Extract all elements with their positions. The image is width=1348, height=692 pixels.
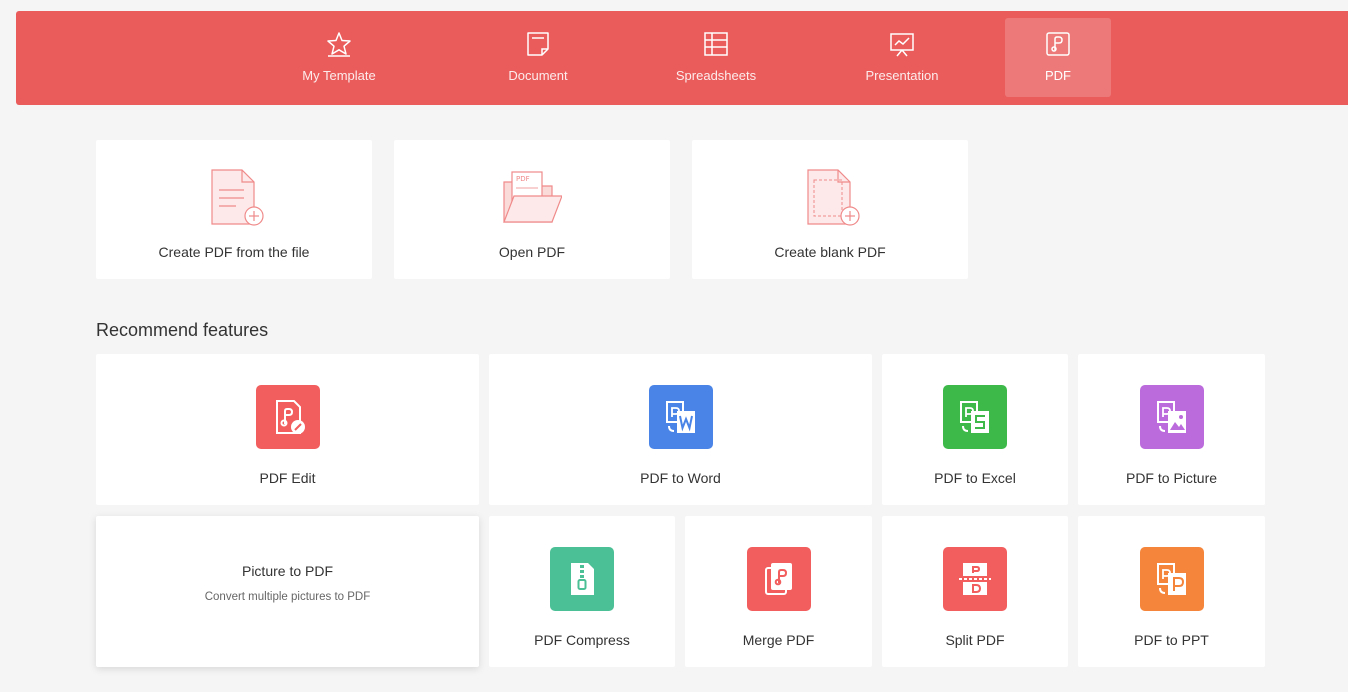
pdf-edit-icon: [255, 385, 320, 449]
create-pdf-from-file-card[interactable]: Create PDF from the file: [96, 140, 372, 279]
pdf-to-ppt-label: PDF to PPT: [1134, 632, 1209, 648]
tab-presentation[interactable]: Presentation: [849, 18, 955, 97]
tab-my-template[interactable]: My Template: [286, 18, 392, 97]
merge-pdf-icon: [746, 547, 811, 611]
pdf-compress-icon: [550, 547, 614, 611]
split-pdf-label: Split PDF: [945, 632, 1005, 648]
create-blank-pdf-card[interactable]: Create blank PDF: [692, 140, 968, 279]
pdf-to-excel-label: PDF to Excel: [934, 470, 1016, 486]
open-pdf-badge: PDF: [516, 175, 530, 183]
create-blank-pdf-label: Create blank PDF: [774, 244, 886, 260]
pdf-to-word-label: PDF to Word: [640, 470, 721, 486]
tab-label: Spreadsheets: [675, 68, 757, 83]
tab-label: PDF: [1045, 68, 1071, 83]
pdf-to-picture-card[interactable]: PDF to Picture: [1078, 354, 1265, 505]
split-pdf-card[interactable]: Split PDF: [882, 516, 1068, 667]
top-nav-bar: My Template Document Spreadsheets Presen…: [16, 11, 1348, 105]
star-icon: [327, 32, 351, 57]
recommend-features-title: Recommend features: [96, 320, 269, 340]
open-pdf-folder-icon: PDF: [503, 171, 562, 223]
presentation-icon: [890, 33, 914, 57]
merge-pdf-label: Merge PDF: [742, 632, 815, 648]
open-pdf-card[interactable]: PDF Open PDF: [394, 140, 670, 279]
split-pdf-icon: [943, 547, 1007, 611]
tab-pdf[interactable]: PDF: [1005, 18, 1111, 97]
pdf-to-excel-card[interactable]: PDF to Excel: [882, 354, 1068, 505]
pdf-compress-label: PDF Compress: [534, 632, 630, 648]
merge-pdf-card[interactable]: Merge PDF: [685, 516, 872, 667]
create-blank-pdf-icon: [807, 169, 860, 226]
tab-label: Document: [508, 68, 568, 83]
tab-label: My Template: [302, 68, 376, 83]
pdf-to-ppt-icon: [1139, 547, 1204, 611]
pdf-to-word-card[interactable]: PDF to Word: [489, 354, 872, 505]
picture-to-pdf-card[interactable]: Picture to PDF Convert multiple pictures…: [96, 516, 479, 667]
pdf-to-word-icon: [648, 385, 713, 449]
create-pdf-from-file-icon: [211, 169, 264, 226]
tab-label: Presentation: [865, 68, 939, 83]
pdf-edit-label: PDF Edit: [259, 470, 316, 486]
pdf-to-picture-label: PDF to Picture: [1125, 470, 1218, 486]
pdf-edit-card[interactable]: PDF Edit: [96, 354, 479, 505]
picture-to-pdf-description: Convert multiple pictures to PDF: [204, 591, 371, 603]
pdf-icon: [1046, 32, 1070, 56]
tab-document[interactable]: Document: [485, 18, 591, 97]
open-pdf-label: Open PDF: [498, 244, 566, 260]
pdf-compress-card[interactable]: PDF Compress: [489, 516, 675, 667]
pdf-to-picture-icon: [1139, 385, 1204, 449]
create-pdf-from-file-label: Create PDF from the file: [158, 244, 310, 260]
pdf-to-ppt-card[interactable]: PDF to PPT: [1078, 516, 1265, 667]
tab-spreadsheets[interactable]: Spreadsheets: [663, 18, 769, 97]
document-icon: [527, 32, 549, 56]
picture-to-pdf-title: Picture to PDF: [241, 563, 334, 579]
pdf-to-excel-icon: [943, 385, 1007, 449]
spreadsheet-icon: [704, 32, 728, 56]
